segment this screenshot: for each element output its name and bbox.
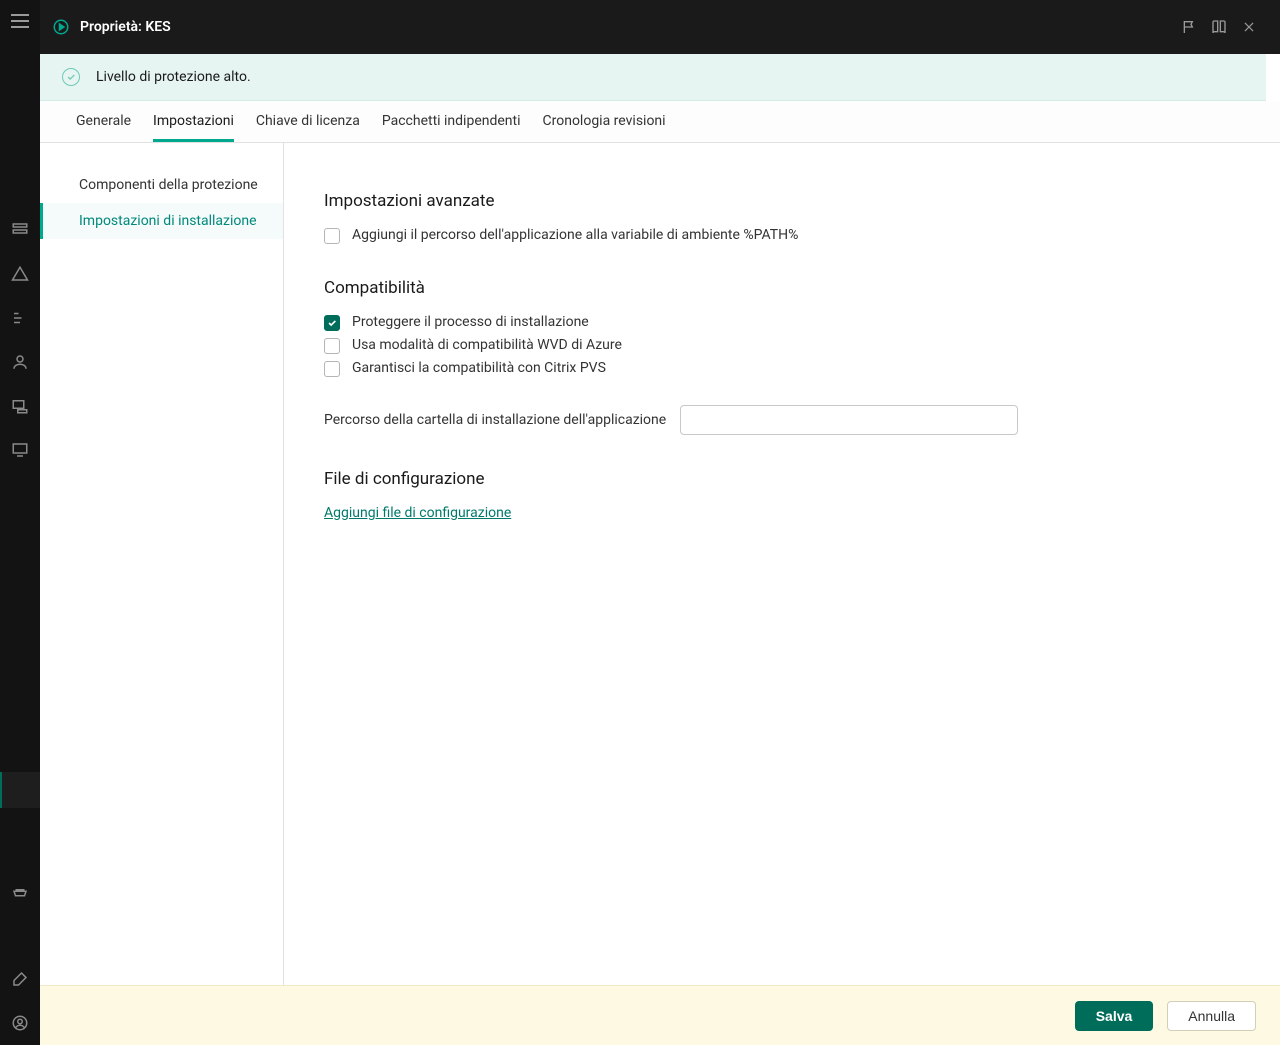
side-item-installazione[interactable]: Impostazioni di installazione [40,203,283,239]
status-banner: Livello di protezione alto. [40,54,1266,101]
app-title-icon [52,18,70,36]
header-bar: Proprietà: KES [40,0,1280,54]
tab-pacchetti[interactable]: Pacchetti indipendenti [382,101,521,142]
install-folder-input[interactable] [680,405,1018,435]
page-title: Proprietà: KES [80,19,171,35]
rail-settings-icon[interactable] [0,957,40,1001]
save-button[interactable]: Salva [1075,1001,1154,1031]
label-protect-install: Proteggere il processo di installazione [352,314,589,330]
main-area: Proprietà: KES Livello di protezione alt… [40,0,1280,1045]
tab-generale[interactable]: Generale [76,101,131,142]
rail-users-icon[interactable] [0,340,40,384]
config-title: File di configurazione [324,469,1240,489]
rail-assets-icon[interactable] [0,296,40,340]
form-panel: Impostazioni avanzate Aggiungi il percor… [284,143,1280,985]
label-citrix: Garantisci la compatibilità con Citrix P… [352,360,606,376]
settings-side-panel: Componenti della protezione Impostazioni… [40,143,284,985]
content-row: Componenti della protezione Impostazioni… [40,143,1280,985]
side-item-componenti[interactable]: Componenti della protezione [40,167,283,203]
section-advanced: Impostazioni avanzate Aggiungi il percor… [324,191,1240,244]
flag-icon[interactable] [1174,12,1204,42]
row-add-path: Aggiungi il percorso dell'applicazione a… [324,227,1240,244]
add-config-link[interactable]: Aggiungi file di configurazione [324,505,511,521]
install-folder-label: Percorso della cartella di installazione… [324,412,666,428]
status-text: Livello di protezione alto. [96,69,251,85]
checkbox-protect-install[interactable] [324,315,340,331]
rail-market-icon[interactable] [0,873,40,917]
rail-active-item[interactable] [0,772,40,808]
rail-devices-icon[interactable] [0,384,40,428]
left-nav-rail [0,0,40,1045]
row-install-folder: Percorso della cartella di installazione… [324,405,1240,435]
row-protect-install: Proteggere il processo di installazione [324,314,1240,331]
cancel-button[interactable]: Annulla [1167,1001,1256,1031]
rail-dashboard-icon[interactable] [0,208,40,252]
tab-cronologia[interactable]: Cronologia revisioni [543,101,666,142]
checkbox-azure-wvd[interactable] [324,338,340,354]
checkbox-add-path[interactable] [324,228,340,244]
section-compat: Compatibilità Proteggere il processo di … [324,278,1240,435]
row-citrix: Garantisci la compatibilità con Citrix P… [324,360,1240,377]
check-circle-icon [62,68,80,86]
footer-bar: Salva Annulla [40,985,1280,1045]
checkbox-citrix[interactable] [324,361,340,377]
row-azure-wvd: Usa modalità di compatibilità WVD di Azu… [324,337,1240,354]
label-azure-wvd: Usa modalità di compatibilità WVD di Azu… [352,337,622,353]
compat-title: Compatibilità [324,278,1240,298]
menu-toggle[interactable] [11,14,29,28]
advanced-title: Impostazioni avanzate [324,191,1240,211]
rail-alert-icon[interactable] [0,252,40,296]
section-config: File di configurazione Aggiungi file di … [324,469,1240,521]
rail-account-icon[interactable] [0,1001,40,1045]
tab-bar: Generale Impostazioni Chiave di licenza … [40,101,1280,143]
book-icon[interactable] [1204,12,1234,42]
label-add-path: Aggiungi il percorso dell'applicazione a… [352,227,798,243]
tab-chiave[interactable]: Chiave di licenza [256,101,360,142]
tab-impostazioni[interactable]: Impostazioni [153,101,234,142]
close-icon[interactable] [1234,12,1264,42]
rail-monitor-icon[interactable] [0,428,40,472]
